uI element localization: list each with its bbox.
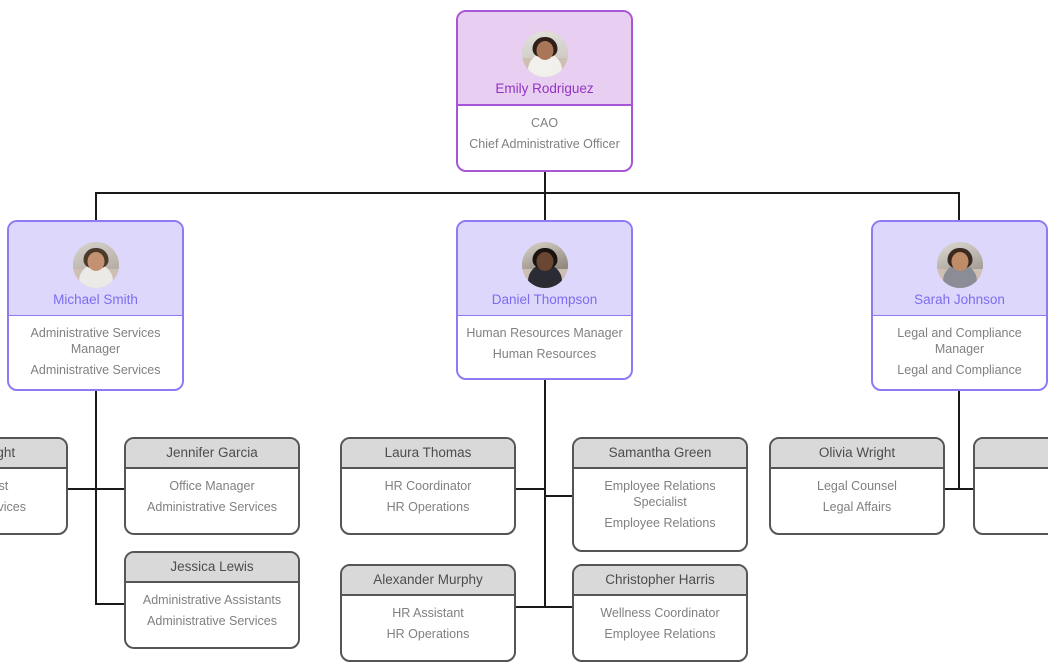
avatar-emily-rodriguez	[521, 31, 568, 77]
org-node-samantha-green[interactable]: Samantha Green Employee Relations Specia…	[572, 437, 748, 552]
node-name: Daniel Thompson	[491, 292, 598, 307]
connector-branch-emma-wright	[67, 488, 97, 490]
node-name: right	[0, 445, 16, 460]
node-name: Jennifer Garcia	[166, 445, 258, 460]
node-body: Legal and Compliance Manager Legal and C…	[873, 316, 1046, 388]
node-name: Michael Smith	[53, 292, 138, 307]
node-name: Jessica Lewis	[170, 559, 254, 574]
node-title: Employee Relations Specialist	[604, 479, 716, 509]
node-department: Chief Administrative Officer	[469, 137, 620, 151]
org-node-emily-rodriguez[interactable]: Emily Rodriguez CAO Chief Administrative…	[456, 10, 633, 172]
node-title: ist	[0, 479, 9, 493]
connector-drop-sarah-johnson	[958, 192, 960, 220]
org-node-daniel-thompson[interactable]: Daniel Thompson Human Resources Manager …	[456, 220, 633, 380]
org-node-jennifer-garcia[interactable]: Jennifer Garcia Office Manager Administr…	[124, 437, 300, 535]
node-title: Legal Counsel	[817, 479, 897, 493]
node-name: Sarah Johnson	[914, 292, 1005, 307]
node-title: HR Assistant	[392, 606, 464, 620]
connector-branch-samantha-green	[544, 495, 574, 497]
org-node-christopher-harris[interactable]: Christopher Harris Wellness Coordinator …	[572, 564, 748, 662]
node-header: Olivia Wright	[771, 439, 943, 469]
connector-trunk-michael-smith	[95, 390, 97, 605]
node-department: Legal Affairs	[822, 500, 892, 514]
node-body: Human Resources Manager Human Resources	[458, 316, 631, 372]
org-node-emma-wright[interactable]: right ist Services	[0, 437, 68, 535]
node-header: Laura Thomas	[342, 439, 514, 469]
node-body: HR Assistant HR Operations	[342, 596, 514, 652]
org-node-laura-thomas[interactable]: Laura Thomas HR Coordinator HR Operation…	[340, 437, 516, 535]
node-department: HR Operations	[386, 500, 470, 514]
node-body: Office Manager Administrative Services	[126, 469, 298, 525]
node-header: right	[0, 439, 66, 469]
node-name: Olivia Wright	[818, 445, 896, 460]
node-body: CAO Chief Administrative Officer	[458, 106, 631, 162]
node-body: Wellness Coordinator Employee Relations	[574, 596, 746, 652]
connector-drop-daniel-thompson	[544, 192, 546, 220]
connector-branch-jessica-lewis	[95, 603, 125, 605]
node-header: Alexander Murphy	[342, 566, 514, 596]
org-node-matthew[interactable]: Matt Gener Lega	[973, 437, 1048, 535]
node-department: Human Resources	[492, 347, 597, 361]
node-body: Employee Relations Specialist Employee R…	[574, 469, 746, 541]
node-name: Christopher Harris	[605, 572, 715, 587]
avatar-sarah-johnson	[936, 242, 983, 288]
node-header: Samantha Green	[574, 439, 746, 469]
connector-root-stem	[544, 172, 546, 194]
connector-branch-christopher-harris	[544, 606, 574, 608]
node-department: Legal and Compliance	[897, 363, 1022, 377]
node-department: Administrative Services	[147, 500, 277, 514]
node-header: Jessica Lewis	[126, 553, 298, 583]
node-body: HR Coordinator HR Operations	[342, 469, 514, 525]
connector-branch-laura-thomas	[516, 488, 546, 490]
node-department: Administrative Services	[30, 363, 161, 377]
node-name: Laura Thomas	[384, 445, 472, 460]
connector-trunk-daniel-thompson	[544, 380, 546, 608]
node-title: Wellness Coordinator	[600, 606, 720, 620]
node-department: Services	[0, 500, 26, 514]
node-title: Office Manager	[169, 479, 255, 493]
org-node-alexander-murphy[interactable]: Alexander Murphy HR Assistant HR Operati…	[340, 564, 516, 662]
node-name: Emily Rodriguez	[495, 81, 594, 96]
connector-trunk-sarah-johnson	[958, 390, 960, 489]
node-body: Legal Counsel Legal Affairs	[771, 469, 943, 525]
org-node-olivia-wright[interactable]: Olivia Wright Legal Counsel Legal Affair…	[769, 437, 945, 535]
avatar-daniel-thompson	[521, 242, 568, 288]
node-header: Matt	[975, 439, 1048, 469]
node-title: HR Coordinator	[384, 479, 472, 493]
org-node-sarah-johnson[interactable]: Sarah Johnson Legal and Compliance Manag…	[871, 220, 1048, 391]
node-department: Employee Relations	[604, 516, 716, 530]
org-node-jessica-lewis[interactable]: Jessica Lewis Administrative Assistants …	[124, 551, 300, 649]
node-title: Administrative Assistants	[142, 593, 282, 607]
connector-branch-alexander-murphy	[516, 606, 546, 608]
org-node-michael-smith[interactable]: Michael Smith Administrative Services Ma…	[7, 220, 184, 391]
node-department: Employee Relations	[604, 627, 716, 641]
node-name: Alexander Murphy	[373, 572, 483, 587]
node-title: Human Resources Manager	[466, 326, 623, 340]
node-department: Administrative Services	[147, 614, 277, 628]
node-header: Emily Rodriguez	[458, 12, 631, 106]
node-title: Administrative Services Manager	[30, 326, 161, 356]
node-header: Christopher Harris	[574, 566, 746, 596]
connector-root-bus	[95, 192, 960, 194]
node-header: Jennifer Garcia	[126, 439, 298, 469]
node-header: Sarah Johnson	[873, 222, 1046, 316]
node-header: Daniel Thompson	[458, 222, 631, 316]
node-department: HR Operations	[386, 627, 470, 641]
node-header: Michael Smith	[9, 222, 182, 316]
node-body: Gener Lega	[975, 469, 1048, 525]
node-body: Administrative Assistants Administrative…	[126, 583, 298, 639]
node-name: Samantha Green	[608, 445, 712, 460]
node-title: Legal and Compliance Manager	[897, 326, 1022, 356]
org-chart-canvas: Emily Rodriguez CAO Chief Administrative…	[0, 0, 1048, 672]
avatar-michael-smith	[72, 242, 119, 288]
node-title: CAO	[530, 116, 559, 130]
node-body: Administrative Services Manager Administ…	[9, 316, 182, 388]
connector-branch-jennifer-garcia	[95, 488, 125, 490]
node-body: ist Services	[0, 469, 66, 525]
connector-drop-michael-smith	[95, 192, 97, 220]
